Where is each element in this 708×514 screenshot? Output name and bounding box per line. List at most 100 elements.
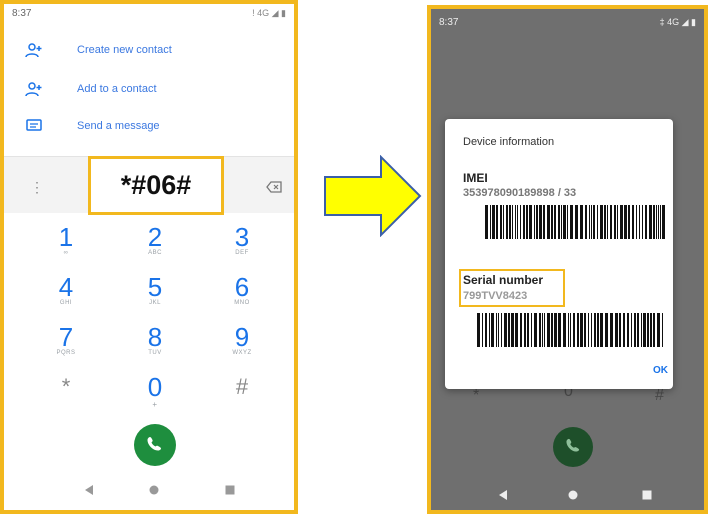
barcode-bar [536, 205, 538, 239]
barcode-bar [517, 205, 518, 239]
barcode-bar [563, 205, 566, 239]
barcode-bar [627, 313, 629, 347]
key-letters: ∞ [63, 250, 69, 256]
nav-recents-icon[interactable] [220, 482, 240, 498]
send-message-label: Send a message [77, 120, 160, 132]
barcode-bar [594, 313, 596, 347]
barcode-bar [570, 205, 573, 239]
barcode-bar [617, 205, 618, 239]
create-contact-action[interactable]: Create new contact [24, 37, 172, 63]
key-3[interactable]: 3 DEF [212, 224, 272, 268]
call-button[interactable] [134, 424, 176, 466]
key-star[interactable]: * [36, 374, 96, 418]
key-8[interactable]: 8 TUV [125, 324, 185, 368]
person-add-icon [24, 79, 44, 99]
barcode-bar [662, 313, 663, 347]
serial-value: 799TVV8423 [463, 290, 528, 302]
barcode-bar [520, 205, 521, 239]
barcode-bar [657, 313, 660, 347]
more-options-icon[interactable]: ⋮ [30, 179, 44, 196]
barcode-bar [580, 205, 583, 239]
barcode-bar [482, 313, 483, 347]
nav-home-icon[interactable] [563, 487, 583, 503]
key-4[interactable]: 4 GHI [36, 274, 96, 318]
barcode-bar [563, 313, 566, 347]
barcode-bar [607, 205, 608, 239]
key-7[interactable]: 7 PQRS [36, 324, 96, 368]
barcode-bar [636, 205, 637, 239]
barcode-bar [527, 313, 529, 347]
key-0[interactable]: 0 + [125, 374, 185, 418]
barcode-bar [558, 313, 561, 347]
barcode-bar [512, 205, 513, 239]
barcode-bar [554, 205, 556, 239]
barcode-bar [500, 205, 502, 239]
barcode-bar [585, 205, 587, 239]
key-digit: 2 [147, 222, 163, 252]
serial-label: Serial number [463, 273, 544, 287]
send-message-action[interactable]: Send a message [24, 113, 160, 139]
barcode-bar [526, 205, 528, 239]
barcode-bar [645, 205, 647, 239]
barcode-bar [643, 313, 646, 347]
key-letters: + [152, 400, 158, 409]
barcode-bar [515, 205, 516, 239]
barcode-bar [591, 313, 592, 347]
barcode-bar [591, 205, 592, 239]
barcode-bar [498, 313, 499, 347]
nav-home-icon[interactable] [144, 482, 164, 498]
status-bar: 8:37 ! 4G ◢ ▮ [4, 4, 294, 22]
barcode-bar [523, 205, 525, 239]
barcode-bar [534, 313, 537, 347]
key-6[interactable]: 6 MNO [212, 274, 272, 318]
barcode-bar [632, 205, 634, 239]
nav-back-icon[interactable] [79, 482, 99, 498]
barcode-bar [577, 313, 579, 347]
barcode-bar [624, 205, 627, 239]
dialog-title: Device information [463, 136, 555, 148]
nav-recents-icon[interactable] [637, 487, 657, 503]
barcode-bar [551, 205, 553, 239]
key-9[interactable]: 9 WXYZ [212, 324, 272, 368]
key-hash[interactable]: # [212, 374, 272, 418]
key-1[interactable]: 1 ∞ [36, 224, 96, 268]
barcode-bar [491, 313, 494, 347]
key-digit: 1 [58, 222, 74, 252]
key-2[interactable]: 2 ABC [125, 224, 185, 268]
add-to-contact-action[interactable]: Add to a contact [24, 76, 157, 102]
barcode-bar [615, 313, 618, 347]
status-time: 8:37 [12, 8, 32, 19]
call-button[interactable] [553, 427, 593, 467]
barcode-bar [509, 205, 511, 239]
barcode-bar [485, 205, 488, 239]
barcode-bar [631, 313, 632, 347]
barcode-bar [489, 313, 490, 347]
barcode-bar [623, 313, 625, 347]
barcode-bar [544, 313, 545, 347]
barcode-bar [506, 205, 508, 239]
key-5[interactable]: 5 JKL [125, 274, 185, 318]
key-letters: MNO [234, 300, 250, 306]
barcode-bar [620, 205, 623, 239]
barcode-bar [547, 205, 550, 239]
ok-button[interactable]: OK [653, 365, 668, 376]
status-icons: ! 4G ◢ ▮ [252, 8, 286, 18]
barcode-bar [477, 313, 480, 347]
barcode-bar [647, 313, 649, 347]
barcode-bar [580, 313, 583, 347]
barcode-bar [604, 205, 606, 239]
message-icon [24, 116, 44, 136]
barcode-bar [597, 313, 599, 347]
key-digit: 7 [58, 322, 74, 352]
barcode-bar [551, 313, 553, 347]
barcode-bar [568, 313, 569, 347]
barcode-bar [610, 313, 613, 347]
barcode-bar [660, 205, 661, 239]
backspace-icon[interactable] [266, 180, 282, 193]
add-to-contact-label: Add to a contact [77, 83, 157, 95]
barcode-bar [511, 313, 514, 347]
entered-code-highlight: *#06# [88, 156, 224, 215]
barcode-bar [614, 205, 616, 239]
imei-label: IMEI [463, 171, 488, 185]
nav-back-icon[interactable] [493, 487, 513, 503]
